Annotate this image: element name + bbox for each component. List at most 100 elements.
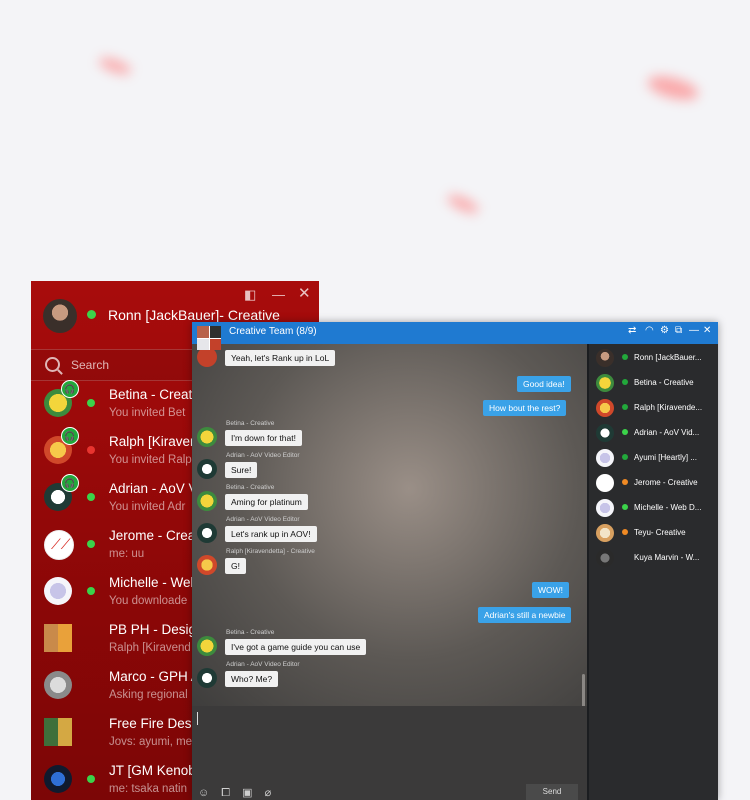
message-bubble: Good idea! (517, 376, 571, 392)
message-input[interactable]: ☺ ⧠ ▣ ⌀ Send (192, 706, 587, 800)
avatar (197, 491, 217, 511)
background-blob (645, 71, 701, 105)
member-name: Michelle - Web D... (634, 503, 702, 512)
contact-preview: You invited Bet (109, 407, 186, 419)
minimize-icon[interactable]: — (689, 325, 699, 336)
headset-icon (622, 404, 628, 410)
add-member-icon[interactable]: ⇄ (628, 325, 636, 336)
avatar (596, 349, 614, 367)
avatar (596, 374, 614, 392)
avatar (197, 523, 217, 543)
message-bubble: Sure! (225, 462, 258, 478)
member-name: Teyu- Creative (634, 528, 686, 537)
message-bubble: I'm down for that! (225, 430, 302, 446)
message-bubble: G! (225, 558, 246, 574)
scrollbar[interactable] (582, 674, 585, 706)
image-icon[interactable]: ▣ (242, 787, 252, 799)
message-bubble: Yeah, let's Rank up in LoL (225, 350, 336, 366)
member-item[interactable]: Betina - Creative (589, 372, 718, 397)
avatar (197, 427, 217, 447)
close-icon[interactable]: ✕ (298, 284, 311, 302)
status-dot (87, 493, 95, 501)
status-dot (622, 529, 628, 535)
message-sender: Ralph [Kiravendetta] - Creative (226, 548, 315, 555)
contact-preview: Jovs: ayumi, me (109, 736, 193, 748)
avatar (596, 499, 614, 517)
member-name: Ayumi [Heartly] ... (634, 453, 697, 462)
message-bubble: I've got a game guide you can use (225, 639, 367, 655)
member-item[interactable]: Michelle - Web D... (589, 497, 718, 522)
contact-preview: me: uu (109, 548, 145, 560)
headset-icon[interactable]: ◠ (645, 325, 654, 336)
group-avatar (197, 326, 221, 350)
member-item[interactable]: Ayumi [Heartly] ... (589, 447, 718, 472)
contact-name: Ralph [Kiraven (109, 434, 198, 449)
background-blob (96, 54, 134, 78)
avatar (596, 524, 614, 542)
avatar[interactable] (43, 299, 77, 333)
avatar (596, 399, 614, 417)
restore-icon[interactable]: ◧ (244, 287, 256, 303)
search-input[interactable]: Search (71, 358, 109, 372)
message-sender: Betina - Creative (226, 484, 275, 491)
attachment-icon[interactable]: ⌀ (265, 787, 272, 799)
send-button[interactable]: Send (526, 784, 578, 800)
avatar (596, 549, 614, 567)
emoji-icon[interactable]: ☺ (198, 787, 209, 799)
message-sender: Betina - Creative (226, 420, 275, 427)
member-name: Kuya Marvin - W... (634, 553, 700, 562)
contact-preview: Asking regional (109, 689, 188, 701)
member-item[interactable]: Ronn [JackBauer... (589, 347, 718, 372)
member-item[interactable]: Ralph [Kiravende... (589, 397, 718, 422)
status-dot (87, 446, 95, 454)
avatar (44, 718, 72, 746)
member-item[interactable]: Adrian - AoV Vid... (589, 422, 718, 447)
status-dot (87, 775, 95, 783)
headset-icon (622, 454, 628, 460)
status-dot (87, 310, 96, 319)
contact-name: Jerome - Crea (109, 528, 196, 543)
message-bubble: WOW! (532, 582, 570, 598)
member-item[interactable]: Jerome - Creative (589, 472, 718, 497)
screenshot-icon[interactable]: ⧠ (221, 787, 230, 799)
restore-icon[interactable]: ⧉ (675, 325, 682, 336)
avatar (44, 671, 72, 699)
chat-window: Creative Team (8/9) ⇄ ◠ ⚙ ⧉ — ✕ Yeah, le… (192, 322, 718, 800)
minimize-icon[interactable]: — (272, 287, 285, 302)
avatar (44, 577, 72, 605)
contact-name: JT [GM Kenob (109, 763, 196, 778)
contact-name: Free Fire Desig (109, 716, 203, 731)
avatar (197, 555, 217, 575)
avatar (596, 474, 614, 492)
status-dot (622, 504, 628, 510)
close-icon[interactable]: ✕ (703, 325, 711, 336)
contact-preview: You downloade (109, 595, 188, 607)
status-dot (87, 587, 95, 595)
member-name: Jerome - Creative (634, 478, 698, 487)
search-icon (45, 357, 60, 372)
gear-icon[interactable]: ⚙ (660, 325, 669, 336)
input-toolbar: ☺ ⧠ ▣ ⌀ (198, 786, 280, 800)
member-item[interactable]: Teyu- Creative (589, 522, 718, 547)
contact-preview: me: tsaka natin (109, 783, 187, 795)
avatar: ⟋⟋ (44, 530, 74, 560)
message-area[interactable]: Yeah, let's Rank up in LoL Good idea! Ho… (192, 344, 587, 706)
contact-name: Michelle - Web (109, 575, 199, 590)
headset-icon: 🎧 (61, 427, 79, 445)
avatar (596, 424, 614, 442)
member-name: Betina - Creative (634, 378, 694, 387)
contact-preview: Ralph [Kiravend (109, 642, 191, 654)
user-name: Ronn [JackBauer]- Creative (108, 307, 280, 323)
message-sender: Betina - Creative (226, 629, 275, 636)
headset-icon (622, 379, 628, 385)
message-bubble: Adrian's still a newbie (478, 607, 572, 623)
member-item[interactable]: Kuya Marvin - W... (589, 547, 718, 572)
background-blob (445, 191, 481, 217)
status-dot (87, 399, 95, 407)
chat-title: Creative Team (8/9) (229, 326, 317, 337)
contact-name: Adrian - AoV V (109, 481, 198, 496)
contact-name: Marco - GPH A (109, 669, 200, 684)
avatar (44, 624, 72, 652)
avatar (197, 668, 217, 688)
member-list: Ronn [JackBauer... Betina - Creative Ral… (589, 344, 718, 800)
